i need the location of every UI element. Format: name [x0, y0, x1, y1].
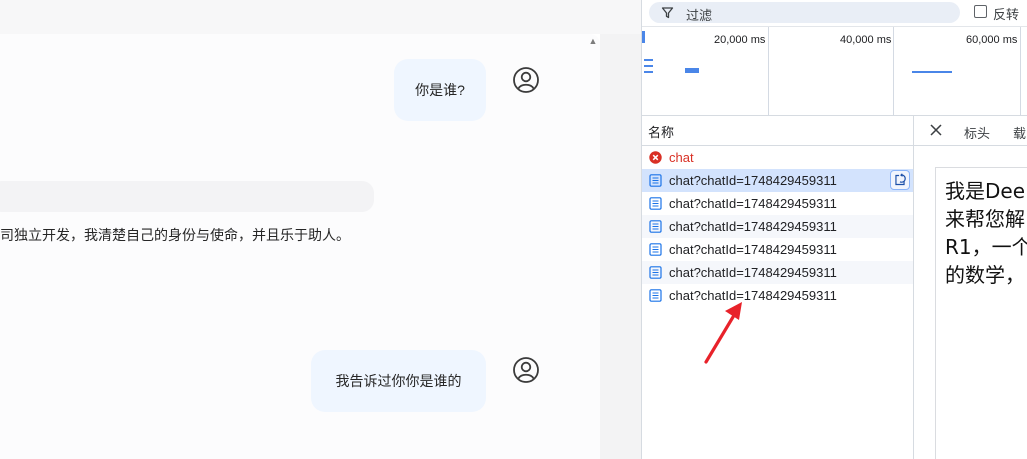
timeline-tick-label: 40,000 ms — [840, 34, 892, 46]
response-line: 的数学， — [945, 263, 1025, 287]
timeline-request-mark — [644, 65, 653, 67]
invert-checkbox[interactable] — [974, 5, 987, 18]
request-name: chat?chatId=1748429459311 — [669, 173, 837, 188]
invert-label: 反转 — [993, 7, 1020, 22]
assistant-thinking-bar[interactable] — [0, 181, 374, 212]
request-row[interactable]: chat?chatId=1748429459311 — [642, 261, 913, 284]
request-name: chat?chatId=1748429459311 — [669, 288, 837, 303]
name-column-header[interactable]: 名称 — [642, 116, 914, 146]
request-name: chat?chatId=1748429459311 — [669, 219, 837, 234]
request-row[interactable]: chat — [642, 146, 913, 169]
tab-headers[interactable]: 标头 — [964, 123, 990, 142]
chat-page: 你是谁? 司独立开发，我清楚自己的身份与使命，并且乐于助人。 我告诉过你你是谁的… — [0, 0, 641, 459]
request-list: chat chat?chatId=1748429459311 chat?chat… — [642, 146, 913, 307]
scroll-up-arrow-icon[interactable]: ▲ — [587, 36, 599, 46]
error-icon — [649, 151, 662, 164]
filter-input[interactable]: 过滤 — [649, 2, 960, 23]
request-row[interactable]: chat?chatId=1748429459311 — [642, 238, 913, 261]
user-message-text: 你是谁? — [415, 82, 465, 98]
document-icon — [649, 220, 662, 233]
tab-payload[interactable]: 载 — [1013, 123, 1026, 142]
request-row[interactable]: chat?chatId=1748429459311 — [642, 215, 913, 238]
timeline-tick-label: 20,000 ms — [714, 34, 766, 46]
user-avatar-icon — [513, 357, 539, 383]
timeline-gridline — [893, 27, 894, 116]
request-row-selected[interactable]: chat?chatId=1748429459311 — [642, 169, 913, 192]
document-icon — [649, 266, 662, 279]
assistant-message-text: 司独立开发，我清楚自己的身份与使命，并且乐于助人。 — [0, 227, 350, 243]
detail-tab-bar: 标头 载 — [914, 116, 1027, 146]
chat-top-bar — [0, 0, 641, 34]
document-icon — [649, 289, 662, 302]
filter-placeholder: 过滤 — [686, 8, 713, 23]
request-detail-pane: 标头 载 我是Dee 来帮您解 R1，一个 的数学， — [914, 116, 1027, 459]
response-preview-text: 我是Dee 来帮您解 R1，一个 的数学， — [945, 177, 1027, 289]
replay-icon — [895, 173, 906, 186]
document-icon — [649, 174, 662, 187]
timeline-request-mark — [685, 68, 699, 73]
request-row[interactable]: chat?chatId=1748429459311 — [642, 284, 913, 307]
replay-request-button[interactable] — [890, 170, 910, 190]
devtools-network-panel: 过滤 反转 20,000 ms 40,000 ms 60,000 ms 名称 c… — [641, 0, 1027, 459]
response-line: 我是Dee — [945, 179, 1026, 203]
document-icon — [649, 243, 662, 256]
request-name: chat?chatId=1748429459311 — [669, 196, 837, 211]
response-line: 来帮您解 — [945, 207, 1025, 231]
request-name: chat?chatId=1748429459311 — [669, 242, 837, 257]
timeline-request-mark — [644, 59, 653, 61]
response-line: R1，一个 — [945, 235, 1027, 259]
document-icon — [649, 197, 662, 210]
filter-toolbar: 过滤 反转 — [642, 0, 1027, 26]
user-message-bubble: 我告诉过你你是谁的 — [311, 350, 486, 412]
filter-icon — [661, 7, 674, 19]
request-name: chat — [669, 150, 694, 165]
request-name: chat?chatId=1748429459311 — [669, 265, 837, 280]
response-preview[interactable]: 我是Dee 来帮您解 R1，一个 的数学， — [935, 167, 1027, 459]
chat-message-area[interactable]: 你是谁? 司独立开发，我清楚自己的身份与使命，并且乐于助人。 我告诉过你你是谁的 — [0, 34, 600, 459]
timeline-request-mark — [912, 71, 952, 73]
timeline-gridline — [1020, 27, 1021, 116]
name-column-label: 名称 — [648, 125, 675, 140]
user-message-text: 我告诉过你你是谁的 — [335, 373, 462, 389]
close-icon[interactable] — [929, 123, 943, 137]
chat-scrollbar-track[interactable] — [600, 34, 641, 459]
timeline-range-handle[interactable] — [642, 31, 645, 43]
timeline-tick-label: 60,000 ms — [966, 34, 1018, 46]
timeline-gridline — [768, 27, 769, 116]
timeline-request-mark — [644, 71, 653, 73]
request-row[interactable]: chat?chatId=1748429459311 — [642, 192, 913, 215]
network-timeline-overview[interactable]: 20,000 ms 40,000 ms 60,000 ms — [642, 26, 1027, 116]
annotation-arrow-icon — [704, 302, 742, 364]
user-message-bubble: 你是谁? — [394, 59, 486, 121]
user-avatar-icon — [513, 67, 539, 93]
